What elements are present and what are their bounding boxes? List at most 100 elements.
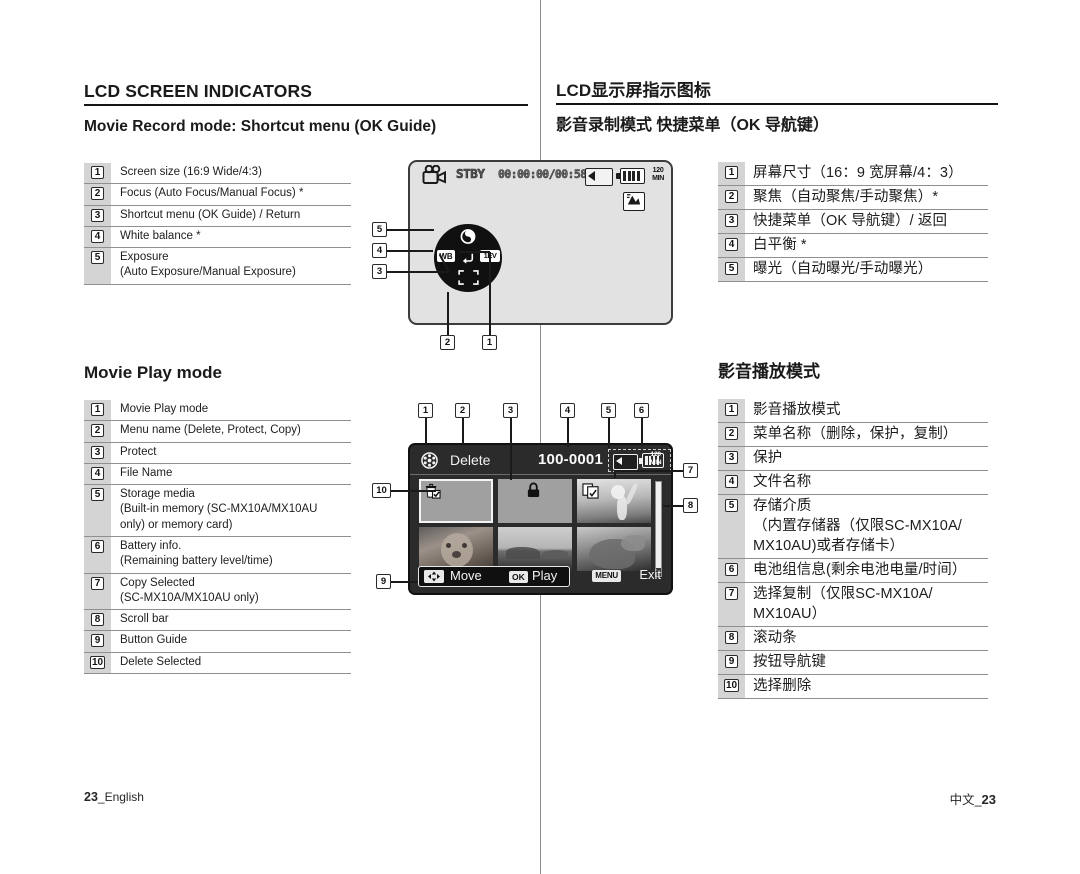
button-guide-left-group: Move OK Play (418, 566, 570, 587)
callout-number-badge: 8 (91, 613, 104, 627)
protect-lock-icon (526, 482, 543, 498)
record-item-cn-label: 曝光（自动曝光/手动曝光） (753, 261, 933, 277)
play-item-cn-label: 保护 (753, 450, 783, 466)
play-item-cn-label: 选择复制（仅限SC-MX10A/MX10AU） (753, 586, 933, 622)
subtitle-record-chinese: 影音录制模式 快捷菜单（OK 导航键） (556, 117, 829, 134)
exposure-icon (460, 229, 476, 244)
page-spine-divider (540, 0, 541, 874)
copy-selected-icon (582, 483, 599, 499)
callout-number-badge: 3 (725, 214, 738, 227)
table-row: 1 Screen size (16:9 Wide/4:3) (84, 163, 351, 185)
record-item-cn-label: 白平衡 * (753, 237, 807, 253)
play-item-label: Battery info. (Remaining battery level/ti… (120, 539, 273, 568)
play-item-label: Menu name (Delete, Protect, Copy) (120, 424, 301, 437)
play-indicator-list-chinese: 1 影音播放模式 2 菜单名称（删除，保护，复制） 3 保护 4 文件名称 5 存储介质 （内置存储… (718, 399, 988, 699)
callout-play-1: 1 (418, 403, 433, 418)
footer-label-chinese: 中文_ (949, 793, 982, 807)
thumbnail-item[interactable] (419, 527, 493, 571)
play-item-cn-number-cell: 2 (718, 423, 745, 446)
leader-play-9 (391, 581, 418, 583)
table-row: 4 File Name (84, 463, 351, 486)
callout-number-badge: 10 (723, 679, 740, 692)
dpad-key-icon (424, 570, 444, 583)
lcd-play-mode-illustration: Delete 100-0001 120 MIN Move OK Play MEN… (408, 443, 673, 595)
leader-play-3 (510, 418, 512, 480)
record-item-cn-number-cell: 1 (718, 162, 745, 185)
play-item-number-cell: 8 (84, 610, 111, 631)
record-item-label: Focus (Auto Focus/Manual Focus) * (120, 187, 304, 200)
table-row: 3 Protect (84, 442, 351, 464)
play-item-cn-number-cell: 1 (718, 399, 745, 422)
table-row: 1 Movie Play mode (84, 400, 351, 422)
callout-number-badge: 1 (91, 403, 104, 416)
play-item-label: Scroll bar (120, 613, 169, 626)
callout-record-2: 2 (440, 335, 455, 350)
play-item-cn-number-cell: 3 (718, 447, 745, 470)
leader-record-1a (489, 252, 491, 336)
table-row: 2 Menu name (Delete, Protect, Copy) (84, 421, 351, 443)
table-row: 2 Focus (Auto Focus/Manual Focus) * (84, 184, 351, 206)
table-row: 4 文件名称 (718, 471, 988, 495)
memory-card-icon (585, 168, 613, 186)
scroll-bar[interactable] (655, 481, 662, 577)
record-item-cn-number-cell: 3 (718, 210, 745, 233)
callout-number-badge: 9 (91, 634, 104, 648)
record-item-cn-label: 聚焦（自动聚焦/手动聚焦）* (753, 189, 939, 205)
movie-record-icon (422, 164, 448, 185)
callout-play-8: 8 (683, 498, 698, 513)
callout-number-badge: 3 (91, 445, 104, 459)
leader-record-3a (387, 271, 449, 273)
callout-record-5: 5 (372, 222, 387, 237)
title-rule-chinese (556, 103, 998, 105)
battery-icon (616, 168, 645, 184)
callout-number-badge: 8 (725, 631, 738, 644)
menu-key-icon: MENU (592, 570, 621, 582)
leader-play-1 (425, 418, 427, 444)
record-item-label: Screen size (16:9 Wide/4:3) (120, 166, 262, 178)
record-item-number-cell: 3 (84, 205, 111, 226)
callout-number-badge: 3 (725, 451, 738, 464)
table-row: 7 Copy Selected (SC-MX10A/MX10AU only) (84, 573, 351, 611)
play-item-cn-number-cell: 6 (718, 559, 745, 582)
callout-number-badge: 4 (91, 466, 104, 480)
table-row: 2 菜单名称（删除，保护，复制） (718, 423, 988, 447)
record-item-label: White balance * (120, 229, 201, 242)
play-item-cn-label: 菜单名称（删除，保护，复制） (753, 426, 958, 442)
leader-play-2 (462, 418, 464, 444)
play-label: Play (532, 568, 558, 583)
callout-play-4: 4 (560, 403, 575, 418)
record-item-number-cell: 1 (84, 163, 111, 184)
callout-record-3: 3 (372, 264, 387, 279)
callout-number-badge: 1 (91, 166, 104, 179)
table-row: 1 屏幕尺寸（16：9 宽屏幕/4：3） (718, 162, 988, 186)
move-label: Move (450, 568, 482, 583)
leader-record-1b (459, 251, 490, 253)
record-item-cn-number-cell: 2 (718, 186, 745, 209)
scroll-bar-thumb[interactable] (656, 482, 661, 569)
table-row: 5 存储介质 （内置存储器（仅限SC-MX10A/MX10AU)或者存储卡） (718, 495, 988, 559)
play-item-number-cell: 6 (84, 536, 111, 573)
leader-play-5 (608, 418, 610, 448)
play-item-number-cell: 5 (84, 485, 111, 536)
play-battery-remaining-time: 120 MIN (650, 451, 662, 466)
thumbnail-item[interactable] (419, 479, 493, 523)
table-row: 9 Button Guide (84, 631, 351, 653)
callout-number-badge: 2 (91, 187, 104, 201)
table-row: 4 White balance * (84, 226, 351, 249)
page-title-english: LCD SCREEN INDICATORS (84, 81, 312, 101)
thumbnail-item[interactable] (577, 479, 651, 523)
leader-play-4 (567, 418, 569, 447)
callout-number-badge: 4 (91, 229, 104, 243)
thumbnail-item[interactable] (498, 527, 572, 571)
table-row: 10 Delete Selected (84, 652, 351, 674)
table-row: 9 按钮导航键 (718, 651, 988, 675)
table-row: 1 影音播放模式 (718, 399, 988, 423)
play-item-number-cell: 4 (84, 463, 111, 485)
record-item-number-cell: 2 (84, 184, 111, 205)
play-item-cn-number-cell: 8 (718, 627, 745, 650)
thumbnail-item[interactable] (577, 527, 651, 571)
thumbnail-grid (419, 479, 651, 571)
thumbnail-item[interactable] (498, 479, 572, 523)
callout-play-6: 6 (634, 403, 649, 418)
callout-number-badge: 4 (725, 475, 738, 488)
